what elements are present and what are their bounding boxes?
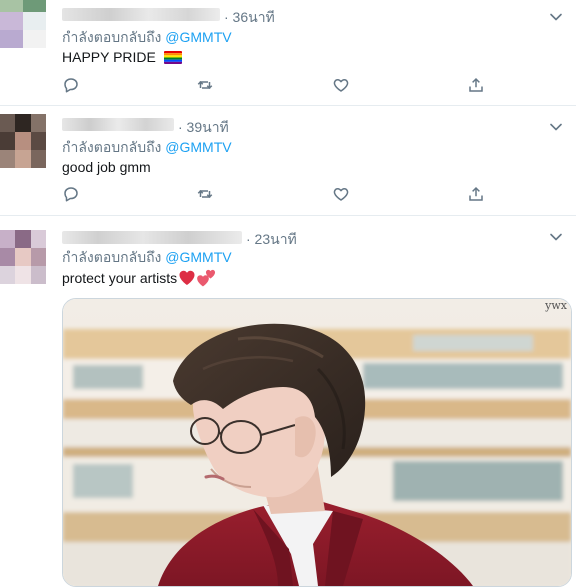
tweet[interactable]: · 36นาที กำลังตอบกลับถึง @GMMTV HAPPY PR… <box>0 0 576 104</box>
display-name[interactable] <box>62 231 242 244</box>
avatar[interactable] <box>0 230 46 284</box>
retweet-icon[interactable] <box>196 76 216 96</box>
reply-handle-link[interactable]: @GMMTV <box>165 139 231 155</box>
avatar[interactable] <box>0 114 46 168</box>
red-heart-icon <box>178 269 196 289</box>
tweet-actions <box>62 76 502 96</box>
display-name[interactable] <box>62 8 220 21</box>
photo <box>63 299 571 586</box>
share-icon[interactable] <box>467 185 487 205</box>
rainbow-flag-icon <box>163 51 182 64</box>
tweet-text: good job gmm <box>62 159 151 175</box>
chevron-down-icon[interactable] <box>548 119 564 135</box>
tweet[interactable]: · 39นาที กำลังตอบกลับถึง @GMMTV good job… <box>0 106 576 214</box>
chevron-down-icon[interactable] <box>548 229 564 245</box>
reply-handle-link[interactable]: @GMMTV <box>165 249 231 265</box>
tweet-text: protect your artists <box>62 269 216 289</box>
timestamp[interactable]: · 23นาที <box>246 229 297 251</box>
reply-handle-link[interactable]: @GMMTV <box>165 29 231 45</box>
tweet-text-content: HAPPY PRIDE <box>62 49 156 65</box>
replying-to: กำลังตอบกลับถึง @GMMTV <box>62 247 232 269</box>
share-icon[interactable] <box>467 76 487 96</box>
tweet-text-content: protect your artists <box>62 270 178 286</box>
like-icon[interactable] <box>332 185 352 205</box>
replying-to: กำลังตอบกลับถึง @GMMTV <box>62 137 232 159</box>
reply-icon[interactable] <box>62 76 82 96</box>
watermark: ywx <box>545 299 567 312</box>
two-hearts-icon <box>196 269 216 287</box>
timestamp[interactable]: · 36นาที <box>224 7 275 29</box>
reply-icon[interactable] <box>62 185 82 205</box>
like-icon[interactable] <box>332 76 352 96</box>
replying-to: กำลังตอบกลับถึง @GMMTV <box>62 27 232 49</box>
tweet-media-image[interactable]: ywx <box>62 298 572 587</box>
tweet-text: HAPPY PRIDE <box>62 49 182 65</box>
avatar[interactable] <box>0 0 46 48</box>
tweet-actions <box>62 185 502 205</box>
replying-to-label: กำลังตอบกลับถึง <box>62 29 162 45</box>
chevron-down-icon[interactable] <box>548 9 564 25</box>
replying-to-label: กำลังตอบกลับถึง <box>62 249 162 265</box>
retweet-icon[interactable] <box>196 185 216 205</box>
display-name[interactable] <box>62 118 174 131</box>
replying-to-label: กำลังตอบกลับถึง <box>62 139 162 155</box>
timestamp[interactable]: · 39นาที <box>178 117 229 139</box>
